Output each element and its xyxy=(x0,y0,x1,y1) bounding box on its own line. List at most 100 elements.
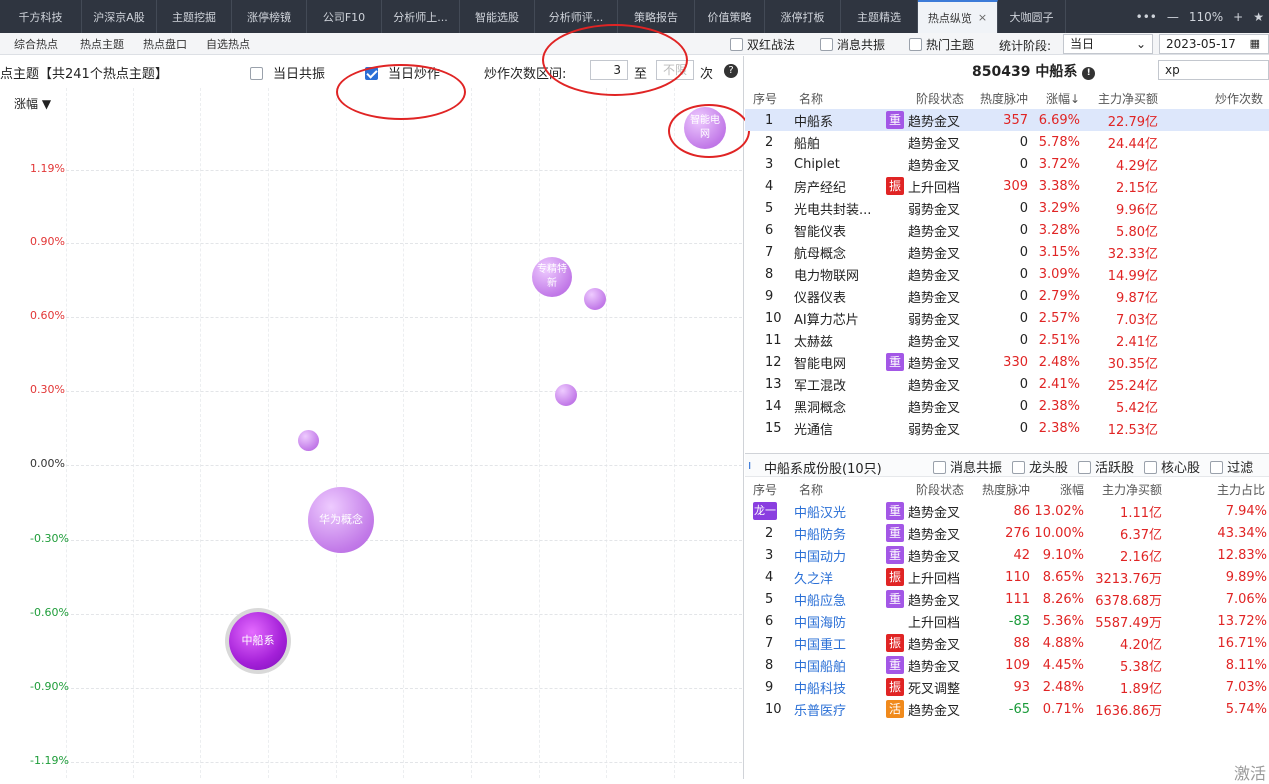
theme-col-header[interactable]: 阶段状态 xyxy=(908,87,970,109)
stock-name-link[interactable]: 中国动力 xyxy=(794,550,846,565)
member-col-header[interactable]: 热度脉冲 xyxy=(970,478,1034,500)
top-tab-6[interactable]: 智能选股 xyxy=(460,0,535,33)
theme-row[interactable]: 12 智能电网 重趋势金叉 330 2.48% 30.35亿 xyxy=(745,351,1269,373)
shuanghong-checkbox[interactable]: 双红战法 xyxy=(730,36,795,53)
theme-row[interactable]: 15 光通信 弱势金叉 0 2.38% 12.53亿 xyxy=(745,417,1269,439)
member-row[interactable]: 3 中国动力 重趋势金叉 42 9.10% 2.16亿 12.83% xyxy=(745,544,1269,566)
subtab-3[interactable]: 自选热点 xyxy=(202,36,254,53)
member-row[interactable]: 7 中国重工 振趋势金叉 88 4.88% 4.20亿 16.71% xyxy=(745,632,1269,654)
member-col-header[interactable]: 涨幅 xyxy=(1034,478,1088,500)
top-tab-11[interactable]: 主题精选 xyxy=(841,0,918,33)
zoom-level[interactable]: 110% xyxy=(1189,10,1223,24)
top-tab-9[interactable]: 价值策略 xyxy=(695,0,765,33)
theme-bubble[interactable]: 华为概念 xyxy=(308,487,374,553)
member-name-cell: 久之洋 振 xyxy=(791,566,908,588)
member-filter-checkbox[interactable]: 过滤 xyxy=(1210,461,1253,476)
theme-row[interactable]: 7 航母概念 趋势金叉 0 3.15% 32.33亿 xyxy=(745,241,1269,263)
member-filter-checkbox[interactable]: 活跃股 xyxy=(1078,461,1134,476)
theme-row[interactable]: 8 电力物联网 趋势金叉 0 3.09% 14.99亿 xyxy=(745,263,1269,285)
theme-col-header[interactable]: 炒作次数 xyxy=(1164,87,1269,109)
zoom-in-icon[interactable]: + xyxy=(1233,10,1243,24)
row-name-cell: 黑洞概念 xyxy=(791,395,908,417)
top-tab-5[interactable]: 分析师上... xyxy=(382,0,460,33)
stock-name-link[interactable]: 中船防务 xyxy=(794,528,846,543)
theme-col-header[interactable]: 序号 xyxy=(745,87,791,109)
stock-name-link[interactable]: 中船科技 xyxy=(794,682,846,697)
theme-bubble[interactable]: 中船系 xyxy=(229,612,287,670)
help-icon[interactable]: ? xyxy=(724,64,738,78)
calendar-icon[interactable]: ▦ xyxy=(1250,35,1260,53)
theme-row[interactable]: 5 光电共封装... 弱势金叉 0 3.29% 9.96亿 xyxy=(745,197,1269,219)
theme-row[interactable]: 6 智能仪表 趋势金叉 0 3.28% 5.80亿 xyxy=(745,219,1269,241)
member-col-header[interactable]: 序号 xyxy=(745,478,791,500)
search-input[interactable]: xp xyxy=(1158,60,1269,80)
row-change: 6.69% xyxy=(1038,112,1080,128)
member-row[interactable]: 4 久之洋 振上升回档 110 8.65% 3213.76万 9.89% xyxy=(745,566,1269,588)
star-icon[interactable]: ★ xyxy=(1253,10,1264,24)
row-net-buy: 2.15亿 xyxy=(1116,180,1158,196)
remen-checkbox[interactable]: 热门主题 xyxy=(909,36,974,53)
theme-row[interactable]: 9 仪器仪表 趋势金叉 0 2.79% 9.87亿 xyxy=(745,285,1269,307)
stock-name-link[interactable]: 乐普医疗 xyxy=(794,704,846,719)
theme-bubble[interactable] xyxy=(297,429,319,451)
stock-name-link[interactable]: 中船应急 xyxy=(794,594,846,609)
theme-col-header[interactable]: 热度脉冲 xyxy=(970,87,1034,109)
xiaoxi-checkbox[interactable]: 消息共振 xyxy=(820,36,885,53)
member-row[interactable]: 5 中船应急 重趋势金叉 111 8.26% 6378.68万 7.06% xyxy=(745,588,1269,610)
top-tab-3[interactable]: 涨停榜镜 xyxy=(232,0,307,33)
top-tab-12[interactable]: 热点纵览 × xyxy=(918,0,998,33)
member-col-header[interactable]: 主力净买额 xyxy=(1088,478,1166,500)
theme-bubble[interactable] xyxy=(584,288,606,310)
row-no: 14 xyxy=(765,398,782,414)
subtab-2[interactable]: 热点盘口 xyxy=(139,36,191,53)
theme-row[interactable]: 10 AI算力芯片 弱势金叉 0 2.57% 7.03亿 xyxy=(745,307,1269,329)
member-col-header[interactable]: 主力占比 xyxy=(1166,478,1269,500)
stock-name-link[interactable]: 久之洋 xyxy=(794,572,833,587)
same-day-resonance-checkbox[interactable]: 当日共振 xyxy=(250,63,325,82)
theme-row[interactable]: 13 军工混改 趋势金叉 0 2.41% 25.24亿 xyxy=(745,373,1269,395)
theme-row[interactable]: 14 黑洞概念 趋势金叉 0 2.38% 5.42亿 xyxy=(745,395,1269,417)
stock-name-link[interactable]: 中国重工 xyxy=(794,638,846,653)
theme-row[interactable]: 2 船舶 趋势金叉 0 5.78% 24.44亿 xyxy=(745,131,1269,153)
subtab-0[interactable]: 综合热点 xyxy=(10,36,62,53)
member-row[interactable]: 龙一 中船汉光 重趋势金叉 86 13.02% 1.11亿 7.94% xyxy=(745,500,1269,522)
theme-col-header[interactable]: 名称 xyxy=(791,87,908,109)
member-filter-checkbox[interactable]: 消息共振 xyxy=(933,461,1002,476)
theme-col-header[interactable]: 涨幅↓ xyxy=(1034,87,1086,109)
theme-bubble[interactable]: 专精特新 xyxy=(532,257,572,297)
member-col-header[interactable]: 阶段状态 xyxy=(908,478,970,500)
top-tab-0[interactable]: 千方科技 xyxy=(0,0,82,33)
info-icon[interactable]: ! xyxy=(1082,67,1096,80)
theme-row[interactable]: 3 Chiplet 趋势金叉 0 3.72% 4.29亿 xyxy=(745,153,1269,175)
minimize-icon[interactable]: — xyxy=(1167,10,1179,24)
member-col-header[interactable]: 名称 xyxy=(791,478,908,500)
member-row[interactable]: 9 中船科技 振死叉调整 93 2.48% 1.89亿 7.03% xyxy=(745,676,1269,698)
stock-name-link[interactable]: 中船汉光 xyxy=(794,506,846,521)
stock-name-link[interactable]: 中国船舶 xyxy=(794,660,846,675)
date-field[interactable]: 2023-05-17 ▦ xyxy=(1159,34,1269,54)
member-row[interactable]: 2 中船防务 重趋势金叉 276 10.00% 6.37亿 43.34% xyxy=(745,522,1269,544)
theme-row[interactable]: 11 太赫兹 趋势金叉 0 2.51% 2.41亿 xyxy=(745,329,1269,351)
stock-name-link[interactable]: 中国海防 xyxy=(794,616,846,631)
top-tab-13[interactable]: 大咖圆子 xyxy=(998,0,1066,33)
top-tab-2[interactable]: 主题挖掘 xyxy=(157,0,232,33)
member-filter-checkbox[interactable]: 核心股 xyxy=(1144,461,1200,476)
period-select[interactable]: 当日 ⌄ xyxy=(1063,34,1153,54)
theme-row[interactable]: 1 中船系 重趋势金叉 357 6.69% 22.79亿 xyxy=(745,109,1269,131)
top-tab-10[interactable]: 涨停打板 xyxy=(765,0,841,33)
more-icon[interactable]: ••• xyxy=(1136,10,1157,24)
row-status: 弱势金叉 xyxy=(908,202,961,218)
theme-name: 航母概念 xyxy=(794,246,847,262)
top-tab-1[interactable]: 沪深京A股 xyxy=(82,0,157,33)
close-icon[interactable]: × xyxy=(978,11,987,24)
theme-row[interactable]: 4 房产经纪 振上升回档 309 3.38% 2.15亿 xyxy=(745,175,1269,197)
top-tab-4[interactable]: 公司F10 xyxy=(307,0,382,33)
theme-bubble[interactable] xyxy=(555,384,577,406)
member-row[interactable]: 10 乐普医疗 活趋势金叉 -65 0.71% 1636.86万 5.74% xyxy=(745,698,1269,720)
theme-col-header[interactable]: 主力净买额 xyxy=(1086,87,1164,109)
member-row[interactable]: 8 中国船舶 重趋势金叉 109 4.45% 5.38亿 8.11% xyxy=(745,654,1269,676)
member-row[interactable]: 6 中国海防 上升回档 -83 5.36% 5587.49万 13.72% xyxy=(745,610,1269,632)
sort-dropdown[interactable]: 涨幅 ▼ xyxy=(14,95,51,112)
member-filter-checkbox[interactable]: 龙头股 xyxy=(1012,461,1068,476)
subtab-1[interactable]: 热点主题 xyxy=(76,36,128,53)
